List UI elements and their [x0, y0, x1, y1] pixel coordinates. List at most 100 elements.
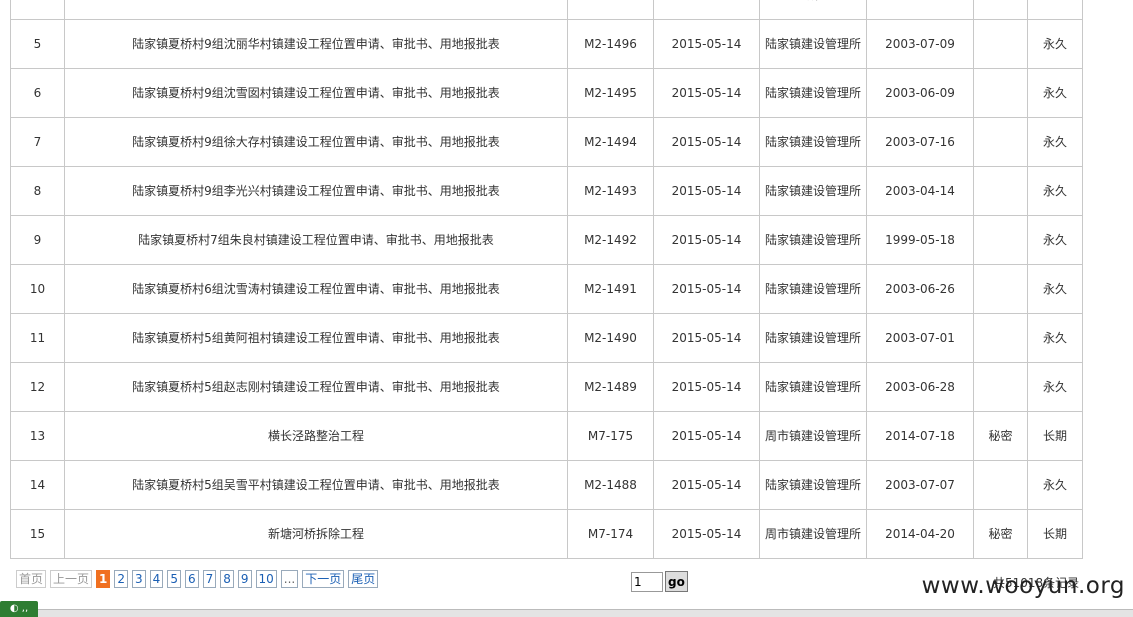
form-date-cell: 2003-07-09 [866, 19, 974, 69]
form-date-cell: 2014-07-18 [866, 411, 974, 461]
form-date-cell: 2003-07-01 [866, 313, 974, 363]
form-date-cell: 2014-04-20 [866, 509, 974, 559]
record-title-cell[interactable]: 陆家镇夏桥村5组赵志刚村镇建设工程位置申请、审批书、用地报批表 [64, 362, 568, 412]
archive-date-cell: 2015-05-14 [653, 460, 760, 510]
responsible-unit-cell: 陆家镇建设管理所 [759, 117, 867, 167]
retention-term-cell: 永久 [1027, 264, 1083, 314]
record-title-cell[interactable]: 陆家镇夏桥村9组徐大存村镇建设工程位置申请、审批书、用地报批表 [64, 117, 568, 167]
record-title-cell[interactable]: 横长泾路整治工程 [64, 411, 568, 461]
record-title-cell[interactable]: 陆家镇夏桥村6组沈雪涛村镇建设工程位置申请、审批书、用地报批表 [64, 264, 568, 314]
first-page-button[interactable]: 首页 [16, 570, 47, 588]
archive-date-cell [653, 0, 760, 20]
row-number-cell: 15 [10, 509, 65, 559]
page-7-button[interactable]: 7 [202, 570, 217, 588]
next-page-button[interactable]: 下一页 [302, 570, 345, 588]
row-number-cell: 5 [10, 19, 65, 69]
record-title-cell[interactable] [64, 0, 568, 20]
secret-level-cell [973, 166, 1028, 216]
archive-code-cell: M2-1493 [567, 166, 654, 216]
taskbar-start-icon[interactable]: ◐ ,, [0, 601, 38, 617]
form-date-cell: 2003-07-07 [866, 460, 974, 510]
table-row: 所 [10, 0, 1083, 20]
table-row: 6 陆家镇夏桥村9组沈雪囡村镇建设工程位置申请、审批书、用地报批表 M2-1495 2… [10, 68, 1083, 118]
row-number-cell: 8 [10, 166, 65, 216]
record-title-cell[interactable]: 新塘河桥拆除工程 [64, 509, 568, 559]
responsible-unit-cell: 陆家镇建设管理所 [759, 313, 867, 363]
last-page-button[interactable]: 尾页 [348, 570, 379, 588]
page-1-button[interactable]: 1 [96, 570, 111, 588]
archive-code-cell: M2-1494 [567, 117, 654, 167]
responsible-unit-cell: 陆家镇建设管理所 [759, 460, 867, 510]
secret-level-cell [973, 313, 1028, 363]
taskbar [0, 609, 1133, 617]
page-6-button[interactable]: 6 [184, 570, 199, 588]
row-number-cell: 11 [10, 313, 65, 363]
table-row: 13 横长泾路整治工程 M7-175 2015-05-14 周市镇建设管理所 2014-0… [10, 411, 1083, 461]
archive-code-cell: M2-1489 [567, 362, 654, 412]
form-date-cell: 2003-04-14 [866, 166, 974, 216]
table-row: 10 陆家镇夏桥村6组沈雪涛村镇建设工程位置申请、审批书、用地报批表 M2-1491… [10, 264, 1083, 314]
page-jump-input[interactable] [631, 571, 663, 592]
retention-term-cell: 永久 [1027, 362, 1083, 412]
row-number-cell: 9 [10, 215, 65, 265]
form-date-cell: 2003-07-16 [866, 117, 974, 167]
archive-date-cell: 2015-05-14 [653, 264, 760, 314]
page-8-button[interactable]: 8 [220, 570, 234, 588]
record-title-cell[interactable]: 陆家镇夏桥村9组沈雪囡村镇建设工程位置申请、审批书、用地报批表 [64, 68, 568, 118]
archive-date-cell: 2015-05-14 [653, 19, 760, 69]
record-title-cell[interactable]: 陆家镇夏桥村5组吴雪平村镇建设工程位置申请、审批书、用地报批表 [64, 460, 568, 510]
secret-level-cell [973, 68, 1028, 118]
page-2-button[interactable]: 2 [114, 570, 129, 588]
responsible-unit-cell: 陆家镇建设管理所 [759, 68, 867, 118]
responsible-unit-cell: 周市镇建设管理所 [759, 411, 867, 461]
retention-term-cell: 长期 [1027, 509, 1083, 559]
page-3-button[interactable]: 3 [132, 570, 146, 588]
records-table: 所5陆家镇夏桥村9组沈丽华村镇建设工程位置申请、审批书、用地报批表M2-1496… [10, 0, 1083, 559]
watermark: www.wooyun.org [921, 573, 1125, 599]
archive-code-cell: M7-175 [567, 411, 654, 461]
archive-date-cell: 2015-05-14 [653, 411, 760, 461]
responsible-unit-cell: 陆家镇建设管理所 [759, 264, 867, 314]
archive-date-cell: 2015-05-14 [653, 509, 760, 559]
secret-level-cell: 秘密 [973, 411, 1028, 461]
page-9-button[interactable]: 9 [237, 570, 252, 588]
record-title-cell[interactable]: 陆家镇夏桥村5组黄阿祖村镇建设工程位置申请、审批书、用地报批表 [64, 313, 568, 363]
responsible-unit-cell: 周市镇建设管理所 [759, 509, 867, 559]
row-number-cell: 6 [10, 68, 65, 118]
table-row: 12 陆家镇夏桥村5组赵志刚村镇建设工程位置申请、审批书、用地报批表 M2-1489… [10, 362, 1083, 412]
record-title-cell[interactable]: 陆家镇夏桥村9组沈丽华村镇建设工程位置申请、审批书、用地报批表 [64, 19, 568, 69]
go-button[interactable]: go [665, 571, 688, 592]
archive-date-cell: 2015-05-14 [653, 68, 760, 118]
retention-term-cell: 永久 [1027, 215, 1083, 265]
archive-code-cell: M2-1491 [567, 264, 654, 314]
row-number-cell: 14 [10, 460, 65, 510]
secret-level-cell [973, 117, 1028, 167]
row-number-cell: 7 [10, 117, 65, 167]
retention-term-cell: 永久 [1027, 313, 1083, 363]
prev-page-button[interactable]: 上一页 [50, 570, 93, 588]
secret-level-cell [973, 19, 1028, 69]
row-number-cell [10, 0, 65, 20]
retention-term-cell: 永久 [1027, 117, 1083, 167]
table-row: 11 陆家镇夏桥村5组黄阿祖村镇建设工程位置申请、审批书、用地报批表 M2-1490… [10, 313, 1083, 363]
table-row: 8 陆家镇夏桥村9组李光兴村镇建设工程位置申请、审批书、用地报批表 M2-1493 2… [10, 166, 1083, 216]
retention-term-cell: 长期 [1027, 411, 1083, 461]
more-pages-ellipsis[interactable]: ... [280, 570, 299, 588]
page-5-button[interactable]: 5 [167, 570, 181, 588]
page-10-button[interactable]: 10 [255, 570, 277, 588]
records-table-body: 所5陆家镇夏桥村9组沈丽华村镇建设工程位置申请、审批书、用地报批表M2-1496… [10, 0, 1083, 559]
retention-term-cell: 永久 [1027, 166, 1083, 216]
responsible-unit-cell: 陆家镇建设管理所 [759, 166, 867, 216]
page-4-button[interactable]: 4 [149, 570, 164, 588]
archive-code-cell: M2-1495 [567, 68, 654, 118]
responsible-unit-cell: 陆家镇建设管理所 [759, 362, 867, 412]
retention-term-cell: 永久 [1027, 19, 1083, 69]
archive-date-cell: 2015-05-14 [653, 166, 760, 216]
table-row: 9 陆家镇夏桥村7组朱良村镇建设工程位置申请、审批书、用地报批表 M2-1492 20… [10, 215, 1083, 265]
record-title-cell[interactable]: 陆家镇夏桥村7组朱良村镇建设工程位置申请、审批书、用地报批表 [64, 215, 568, 265]
table-row: 15 新塘河桥拆除工程 M7-174 2015-05-14 周市镇建设管理所 2014-0… [10, 509, 1083, 559]
archive-code-cell [567, 0, 654, 20]
archive-date-cell: 2015-05-14 [653, 117, 760, 167]
pagination: 首页 上一页 1 2 3 4 5 6 7 8 9 10 ... 下一页 尾页 [16, 569, 382, 589]
record-title-cell[interactable]: 陆家镇夏桥村9组李光兴村镇建设工程位置申请、审批书、用地报批表 [64, 166, 568, 216]
